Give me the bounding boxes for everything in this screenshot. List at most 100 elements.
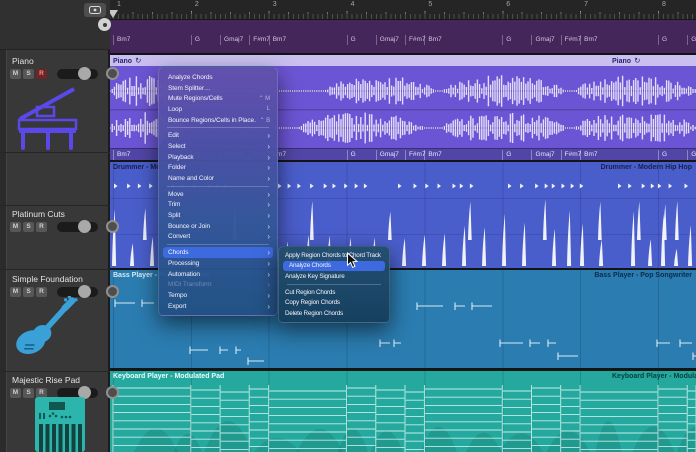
menu-item-stem-splitter[interactable]: Stem Splitter… [159,83,277,94]
volume-knob[interactable] [78,285,91,298]
menu-item-trim[interactable]: Trim› [159,200,277,211]
track-color-strip [0,50,7,452]
region-name: Piano↻ [113,56,141,65]
volume-slider[interactable] [57,222,98,232]
menu-item-bounce-regions-cells-in-place[interactable]: Bounce Regions/Cells in Place…⌃ B [159,115,277,126]
menu-item-analyze-chords[interactable]: Analyze Chords [159,72,277,83]
chord-label: Bm7 [424,150,441,160]
pan-knob[interactable] [106,285,119,298]
chord-label[interactable]: Gmaj7 [687,35,696,45]
menu-item-select[interactable]: Select› [159,141,277,152]
menu-item-cut-region-chords[interactable]: Cut Region Chords [279,287,389,298]
volume-knob[interactable] [78,67,91,80]
pan-knob[interactable] [106,220,119,233]
solo-button[interactable]: S [23,69,34,79]
menu-item-chords[interactable]: Chords› [163,247,273,258]
menu-item-playback[interactable]: Playback› [159,152,277,163]
chord-label[interactable]: Gmaj7 [531,35,554,45]
chord-track[interactable]: Bm7GGmaj7F#m7Bm7GGmaj7F#m7Bm7GGmaj7F#m7B… [110,20,696,54]
record-arm-button[interactable]: R [36,287,47,297]
submenu-chevron-icon: › [267,175,270,182]
chord-label[interactable]: Bm7 [424,35,441,45]
menu-item-analyze-chords[interactable]: Analyze Chords [283,261,385,272]
ruler-bar-number: 8 [662,1,666,8]
mute-button[interactable]: M [10,287,21,297]
chord-label: Gmaj7 [376,150,399,160]
pan-knob[interactable] [106,386,119,399]
logic-pro-window: Piano M S R Platinum Cuts M S R [0,0,696,452]
bar-ruler[interactable]: 12345678 [110,0,696,20]
global-tracks-toggle-button[interactable] [98,18,111,31]
chord-label: Gmaj7 [531,150,554,160]
playhead-marker[interactable] [110,10,118,18]
piano-region-header[interactable]: Piano↻ Piano↻ [110,55,696,66]
chord-label[interactable]: G [347,35,356,45]
record-arm-button[interactable]: R [36,222,47,232]
solo-button[interactable]: S [23,388,34,398]
track-header-view-button[interactable] [84,3,106,17]
chord-label: G [502,150,511,160]
chord-label[interactable]: F#m7 [249,35,270,45]
solo-button[interactable]: S [23,287,34,297]
track-list-sidebar: Piano M S R Platinum Cuts M S R [0,50,110,452]
menu-item-apply-region-chords-to-chord-track[interactable]: Apply Region Chords to Chord Track [279,250,389,261]
menu-item-convert[interactable]: Convert› [159,232,277,243]
track-divider [0,371,110,372]
track-name-simple-foundation[interactable]: Simple Foundation [12,274,83,284]
mute-button[interactable]: M [10,69,21,79]
menu-item-midi-transform[interactable]: MIDI Transform› [159,279,277,290]
chord-label[interactable]: Gmaj7 [376,35,399,45]
track-name-piano[interactable]: Piano [12,56,34,66]
keyboard-region[interactable]: Keyboard Player - Modulated Pad Keyboard… [110,371,696,452]
menu-item-analyze-key-signature[interactable]: Analyze Key Signature [279,271,389,282]
ruler-bar-number: 2 [195,1,199,8]
solo-button[interactable]: S [23,222,34,232]
chord-label[interactable]: G [191,35,200,45]
menu-item-folder[interactable]: Folder› [159,163,277,174]
chord-label[interactable]: Bm7 [269,35,286,45]
ruler-bar-number: 7 [584,1,588,8]
submenu-chevron-icon: › [267,223,270,230]
submenu-chevron-icon: › [267,132,270,139]
menu-item-edit[interactable]: Edit› [159,130,277,141]
menu-item-tempo[interactable]: Tempo› [159,290,277,301]
volume-knob[interactable] [78,220,91,233]
region-name: Keyboard Player - Modulated Pad [113,373,224,380]
chord-label[interactable]: F#m7 [405,35,426,45]
track-header-corner [0,0,110,50]
menu-item-move[interactable]: Move› [159,189,277,200]
chord-label[interactable]: G [658,35,667,45]
submenu-chevron-icon: › [267,212,270,219]
submenu-chevron-icon: › [267,143,270,150]
menu-shortcut: L [267,106,270,112]
chord-label[interactable]: Bm7 [113,35,130,45]
track-divider [0,152,110,153]
region-name: Piano↻ [612,56,640,65]
mute-button[interactable]: M [10,388,21,398]
volume-slider[interactable] [57,69,98,79]
chord-label[interactable]: Bm7 [580,35,597,45]
mute-button[interactable]: M [10,222,21,232]
menu-item-name-and-color[interactable]: Name and Color› [159,173,277,184]
menu-item-split[interactable]: Split› [159,210,277,221]
pan-knob[interactable] [106,67,119,80]
menu-item-export[interactable]: Export› [159,301,277,312]
track-name-platinum-cuts[interactable]: Platinum Cuts [12,209,65,219]
record-arm-button[interactable]: R [36,69,47,79]
menu-shortcut: ⌃ B [260,117,270,124]
menu-separator [287,284,381,285]
menu-item-automation[interactable]: Automation› [159,269,277,280]
chord-label[interactable]: G [502,35,511,45]
menu-item-bounce-or-join[interactable]: Bounce or Join› [159,221,277,232]
menu-item-processing[interactable]: Processing› [159,258,277,269]
menu-item-loop[interactable]: LoopL [159,104,277,115]
menu-item-copy-region-chords[interactable]: Copy Region Chords [279,297,389,308]
loop-badge-icon: ↻ [634,56,640,65]
track-name-majestic-rise-pad[interactable]: Majestic Rise Pad [12,375,80,385]
volume-slider[interactable] [57,287,98,297]
grand-piano-icon [12,84,84,150]
chord-label[interactable]: Gmaj7 [220,35,243,45]
menu-item-delete-region-chords[interactable]: Delete Region Chords [279,308,389,319]
chord-label[interactable]: F#m7 [561,35,582,45]
menu-item-mute-regions-cells[interactable]: Mute Regions/Cells⌃ M [159,93,277,104]
